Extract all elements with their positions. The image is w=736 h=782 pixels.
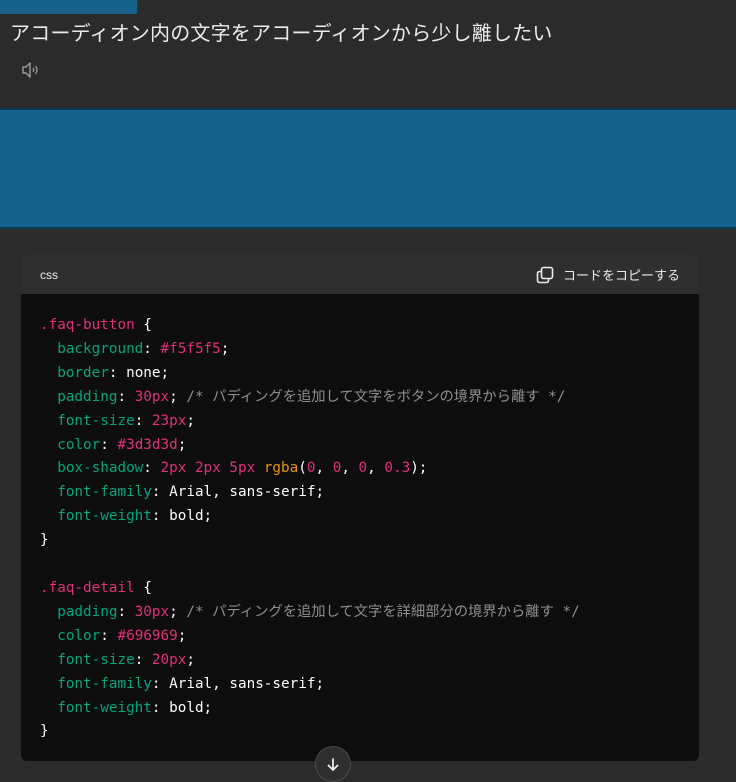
- user-question: アコーディオン内の文字をアコーディオンから少し離したい: [10, 21, 553, 45]
- scroll-to-bottom-button[interactable]: [315, 746, 351, 782]
- top-tab: [0, 0, 138, 14]
- selector-faq-detail: .faq-detail: [40, 579, 135, 596]
- comment-detail-padding: /* パディングを追加して文字を詳細部分の境界から離す */: [186, 603, 580, 620]
- copy-icon: [536, 266, 554, 284]
- selector-faq-button: .faq-button: [40, 317, 135, 333]
- code-language: css: [40, 267, 58, 282]
- comment-button-padding: /* パディングを追加して文字をボタンの境界から離す */: [186, 388, 566, 405]
- speaker-icon[interactable]: [20, 59, 44, 81]
- copy-code-label: コードをコピーする: [562, 269, 680, 284]
- code-header: css コードをコピーする: [21, 255, 699, 294]
- image-banner: [0, 108, 736, 229]
- code-block: css コードをコピーする .faq-button { background: …: [21, 255, 699, 761]
- code-content: .faq-button { background: #f5f5f5; borde…: [40, 317, 580, 740]
- copy-code-button[interactable]: コードをコピーする: [536, 265, 680, 284]
- arrow-down-icon: [326, 757, 340, 776]
